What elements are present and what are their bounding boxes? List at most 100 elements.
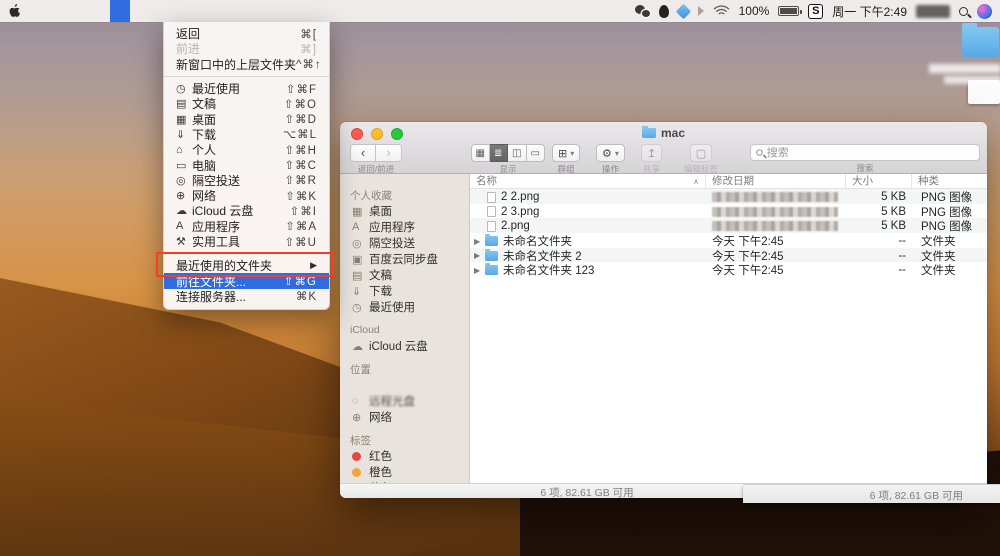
sidebar-item[interactable]: 标签 [340,432,469,448]
sidebar-item[interactable]: 个人收藏 [340,187,469,203]
table-row[interactable]: ▶ 未命名文件夹 今天 下午2:45 -- 文件夹 [470,233,987,248]
menu-item[interactable]: ⚒ 实用工具 ⇧⌘U ▶ [164,234,329,249]
sidebar-item[interactable]: 红色 [340,448,469,464]
app-diamond-icon[interactable] [675,3,691,19]
sidebar-item[interactable]: ◌ 远程光盘 [340,393,469,409]
menu-item[interactable]: ▶ [164,72,329,81]
disclosure-triangle-icon[interactable]: ▶ [474,266,485,275]
group-by-button[interactable]: ⊞▾ [552,144,580,162]
menu-item[interactable]: ▦ 桌面 ⇧⌘D ▶ [164,111,329,126]
menu-item[interactable]: ☁ iCloud 云盘 ⇧⌘I ▶ [164,203,329,218]
input-arrow-icon[interactable] [698,6,704,16]
search-field[interactable] [750,144,980,161]
menu-item[interactable]: ▭ 电脑 ⇧⌘C ▶ [164,157,329,172]
menu-item-icon: ⊕ [176,189,192,202]
chevron-down-icon: ▾ [570,149,574,158]
share-button[interactable]: ↥ [641,144,662,162]
column-view-button[interactable]: ◫ [508,144,527,162]
battery-percent[interactable]: 100% [739,4,770,18]
menu-bar-item[interactable] [90,0,110,22]
sidebar-item[interactable]: ◷ 最近使用 [340,299,469,315]
menu-item[interactable]: 前进 ⌘] ▶ [164,41,329,56]
action-button[interactable]: ⚙▾ [596,144,625,162]
menu-bar-status: 100% S 周一 下午2:49 [635,0,1000,22]
disclosure-triangle-icon[interactable]: ▶ [474,251,485,260]
sidebar-item[interactable]: ⇓ 下载 [340,283,469,299]
back-button[interactable]: ‹ [350,144,376,162]
column-header-date[interactable]: 修改日期 [705,174,845,189]
table-row[interactable]: ▶ 2.png 5 KB PNG 图像 [470,218,987,233]
menu-bar-item[interactable] [150,0,170,22]
menu-bar-clock[interactable]: 周一 下午2:49 [832,3,907,20]
sidebar-item[interactable]: ⊕ 网络 [340,409,469,425]
window-title: mac [340,126,987,140]
column-header-name[interactable]: 名称∧ [470,174,705,189]
apple-menu[interactable] [0,4,30,19]
finder-window: mac ‹ › 返回/前进 ▦ ≣ ◫ ▭ 显示 ⊞▾ 群组 [340,122,987,498]
siri-icon[interactable] [977,4,992,19]
menu-bar-item[interactable] [30,0,50,22]
sidebar-item[interactable]: 橙色 [340,464,469,480]
menu-item[interactable]: ◎ 隔空投送 ⇧⌘R ▶ [164,173,329,188]
column-header-size[interactable]: 大小 [845,174,911,189]
menu-item-shortcut: ⇧⌘O [284,97,317,111]
redacted-date [712,207,838,217]
wifi-icon[interactable] [713,5,730,17]
forward-button[interactable]: › [376,144,402,162]
sidebar-item[interactable]: iCloud [340,322,469,338]
menu-item-icon: ◎ [176,174,192,187]
menu-item-icon: ▦ [176,113,192,126]
search-input[interactable] [767,147,974,159]
menu-item[interactable]: 新窗口中的上层文件夹 ^⌘↑ ▶ [164,57,329,72]
file-kind: PNG 图像 [911,204,987,220]
menu-item[interactable]: 前往文件夹... ⇧⌘G ▶ [164,273,329,288]
menu-item[interactable]: ▤ 文稿 ⇧⌘O ▶ [164,96,329,111]
menu-item[interactable]: 最近使用的文件夹 ▶ [164,258,329,273]
gallery-view-button[interactable]: ▭ [527,144,546,162]
table-row[interactable]: ▶ 2 2.png 5 KB PNG 图像 [470,189,987,204]
menu-bar-item[interactable] [70,0,90,22]
menu-item-shortcut: ⇧⌘R [285,173,317,187]
menu-item[interactable]: ⇓ 下载 ⌥⌘L ▶ [164,127,329,142]
list-header: 名称∧ 修改日期 大小 种类 [470,174,987,189]
sidebar-item[interactable]: ▣ 百度云同步盘 [340,251,469,267]
sidebar-item[interactable]: ▦ 桌面 [340,203,469,219]
menu-item[interactable]: 连接服务器... ⌘K ▶ [164,289,329,304]
window-header[interactable]: mac ‹ › 返回/前进 ▦ ≣ ◫ ▭ 显示 ⊞▾ 群组 [340,122,987,174]
column-header-kind[interactable]: 种类 [911,174,987,189]
toolbar: ‹ › 返回/前进 ▦ ≣ ◫ ▭ 显示 ⊞▾ 群组 ⚙▾ 操作 [340,144,987,174]
menu-bar-item[interactable] [50,0,70,22]
qq-icon[interactable] [659,5,669,18]
desktop-folder-icon[interactable] [962,27,999,57]
sidebar-item[interactable]: A 应用程序 [340,219,469,235]
menu-item[interactable]: ◷ 最近使用 ⇧⌘F ▶ [164,81,329,96]
menu-bar-item[interactable] [130,0,150,22]
sidebar-item[interactable]: 位置 [340,361,469,377]
menu-item[interactable]: A 应用程序 ⇧⌘A ▶ [164,219,329,234]
sidebar-item[interactable]: ☁ iCloud 云盘 [340,338,469,354]
disclosure-triangle-icon[interactable]: ▶ [474,237,485,246]
menu-item[interactable]: ⌂ 个人 ⇧⌘H ▶ [164,142,329,157]
sidebar-item-icon: ▤ [352,269,369,282]
menu-bar: 100% S 周一 下午2:49 [0,0,1000,22]
tag-color-dot [352,452,361,461]
sidebar-item[interactable]: ▤ 文稿 [340,267,469,283]
menu-bar-item[interactable] [110,0,130,22]
menu-item-icon: ⚒ [176,235,192,248]
menu-item-label: 实用工具 [192,233,240,250]
edit-tags-button[interactable]: ▢ [690,144,712,162]
wechat-icon[interactable] [635,5,650,17]
table-row[interactable]: ▶ 未命名文件夹 123 今天 下午2:45 -- 文件夹 [470,262,987,277]
list-view-button[interactable]: ≣ [490,144,509,162]
sidebar-item[interactable]: ◎ 隔空投送 [340,235,469,251]
table-row[interactable]: ▶ 未命名文件夹 2 今天 下午2:45 -- 文件夹 [470,248,987,263]
menu-item[interactable]: 返回 ⌘[ ▶ [164,26,329,41]
table-row[interactable]: ▶ 2 3.png 5 KB PNG 图像 [470,204,987,219]
spotlight-icon[interactable] [959,7,968,16]
user-name-redacted[interactable] [916,5,950,18]
sogou-input-icon[interactable]: S [808,4,823,19]
battery-icon[interactable] [778,6,799,16]
menu-item[interactable]: ⊕ 网络 ⇧⌘K ▶ [164,188,329,203]
icon-view-button[interactable]: ▦ [471,144,490,162]
sidebar-item-icon: ◌ [352,395,369,407]
